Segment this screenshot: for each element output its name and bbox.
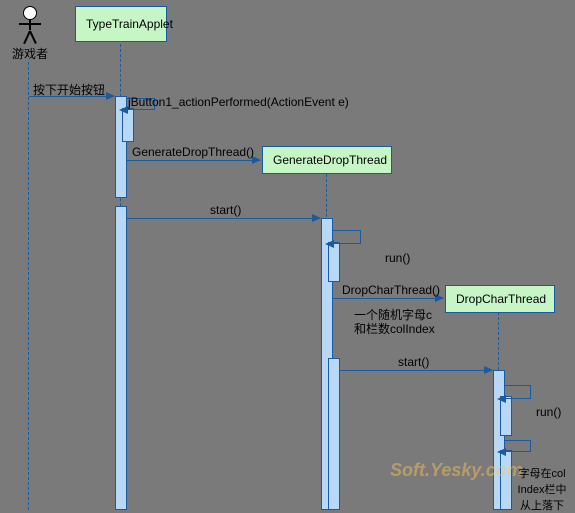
watermark: Soft.Yesky.com [390, 460, 523, 481]
actor-player: 游戏者 [10, 6, 50, 62]
msg-start2-label: start() [398, 355, 429, 369]
msg-press-start-label: 按下开始按钮 [33, 81, 105, 98]
activation-typetrain-2 [115, 206, 127, 510]
msg-run2-label: run() [536, 405, 561, 419]
msg-note1b: 和栏数colIndex [354, 320, 435, 337]
msg-start1 [127, 218, 320, 219]
bottom-note-l1: 字母在col [512, 465, 572, 481]
msg-drop-bottom [505, 440, 531, 452]
actor-arms-icon [19, 23, 41, 25]
bottom-note: 字母在col Index栏中 从上落下 [512, 465, 572, 513]
actor-legs-icon [20, 31, 40, 43]
actor-body-icon [29, 20, 31, 30]
bottom-note-l2: Index栏中 [512, 481, 572, 497]
actor-label: 游戏者 [10, 45, 50, 62]
msg-run1 [333, 230, 361, 244]
msg-run2 [505, 385, 531, 399]
actor-head-icon [23, 6, 37, 20]
lifeline-typetrainapplet: TypeTrainApplet [75, 6, 167, 42]
msg-actionperformed-label: jButton1_actionPerformed(ActionEvent e) [128, 95, 349, 109]
msg-dropcharthread [333, 298, 443, 299]
activation-gen-self [328, 242, 340, 282]
msg-run1-label: run() [385, 251, 410, 265]
lifeline-dropcharthread: DropCharThread [445, 285, 555, 313]
lifeline-actor-dash [28, 62, 29, 510]
msg-generatedropthread [127, 160, 260, 161]
msg-start1-label: start() [210, 203, 241, 217]
lifeline-generatedropthread: GenerateDropThread [262, 146, 392, 174]
activation-gen-2 [328, 358, 340, 510]
msg-dropcharthread-label: DropCharThread() [342, 283, 440, 297]
msg-start2 [340, 370, 492, 371]
msg-generatedropthread-label: GenerateDropThread() [132, 145, 254, 159]
bottom-note-l3: 从上落下 [512, 497, 572, 513]
